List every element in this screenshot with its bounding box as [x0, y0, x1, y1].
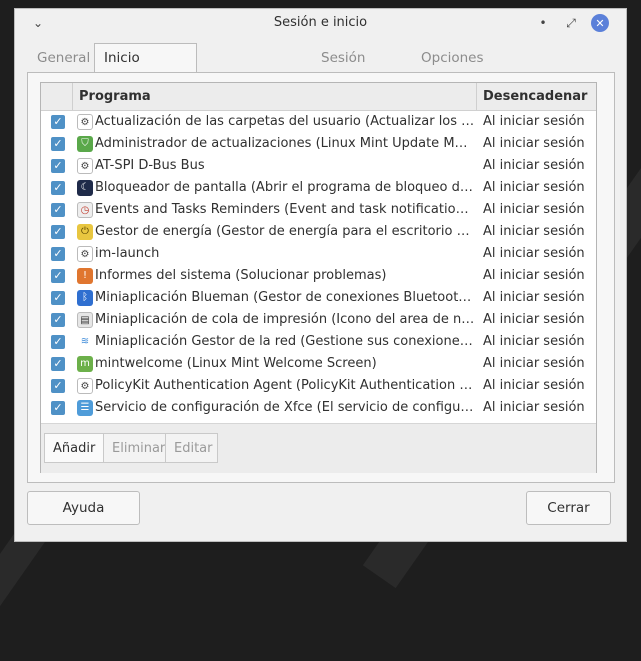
- autostart-panel: Programa Desencadenar ✓ ⚙ Actualización de…: [27, 72, 615, 483]
- edit-button[interactable]: Editar: [165, 433, 218, 463]
- program-name: AT-SPI D-Bus Bus: [95, 158, 205, 173]
- trigger-value: Al iniciar sesión: [483, 356, 585, 371]
- program-name: Servicio de configuración de Xfce (El se…: [95, 400, 475, 415]
- program-name: Gestor de energía (Gestor de energía par…: [95, 224, 475, 239]
- program-name: Informes del sistema (Solucionar problem…: [95, 268, 387, 283]
- table-body: ✓ ⚙ Actualización de las carpetas del usua…: [41, 111, 596, 423]
- table-row[interactable]: ✓ ⏻ Gestor de energía (Gestor de energía p…: [41, 221, 596, 243]
- trigger-value: Al iniciar sesión: [483, 114, 585, 129]
- program-name: im-launch: [95, 246, 160, 261]
- enabled-checkbox[interactable]: ✓: [51, 181, 65, 195]
- tab-current-session[interactable]: Sesión actual: [321, 44, 365, 94]
- remove-button[interactable]: Eliminar: [103, 433, 166, 463]
- enabled-checkbox[interactable]: ✓: [51, 291, 65, 305]
- action-bar: Añadir Eliminar Editar: [41, 423, 596, 473]
- enabled-checkbox[interactable]: ✓: [51, 313, 65, 327]
- enabled-checkbox[interactable]: ✓: [51, 137, 65, 151]
- clock-icon: ◷: [77, 202, 93, 218]
- trigger-value: Al iniciar sesión: [483, 136, 585, 151]
- trigger-value: Al iniciar sesión: [483, 158, 585, 173]
- column-trigger[interactable]: Desencadenar: [483, 83, 587, 110]
- trigger-value: Al iniciar sesión: [483, 180, 585, 195]
- power-icon: ⏻: [77, 224, 93, 240]
- gear-icon: ⚙: [77, 246, 93, 262]
- minimize-icon[interactable]: •: [534, 14, 552, 32]
- enabled-checkbox[interactable]: ✓: [51, 203, 65, 217]
- table-row[interactable]: ✓ ⚙ im-launch Al iniciar sesión: [41, 243, 596, 265]
- session-startup-window: ⌄ Sesión e inicio • ⤢ ✕ General Inicio a…: [14, 8, 627, 542]
- mint-icon: m: [77, 356, 93, 372]
- table-row[interactable]: ✓ m mintwelcome (Linux Mint Welcome Screen…: [41, 353, 596, 375]
- program-name: Events and Tasks Reminders (Event and ta…: [95, 202, 475, 217]
- program-name: PolicyKit Authentication Agent (PolicyKi…: [95, 378, 475, 393]
- trigger-value: Al iniciar sesión: [483, 400, 585, 415]
- program-name: Actualización de las carpetas del usuari…: [95, 114, 475, 129]
- enabled-checkbox[interactable]: ✓: [51, 225, 65, 239]
- enabled-checkbox[interactable]: ✓: [51, 115, 65, 129]
- bluetooth-icon: ᛒ: [77, 290, 93, 306]
- enabled-checkbox[interactable]: ✓: [51, 159, 65, 173]
- trigger-value: Al iniciar sesión: [483, 246, 585, 261]
- settings-icon: ☰: [77, 400, 93, 416]
- title-bar: ⌄ Sesión e inicio • ⤢ ✕: [15, 9, 626, 37]
- enabled-checkbox[interactable]: ✓: [51, 401, 65, 415]
- shield-icon: ⛉: [77, 136, 93, 152]
- tab-general[interactable]: General: [37, 44, 90, 72]
- table-row[interactable]: ✓ ⚙ Actualización de las carpetas del usua…: [41, 111, 596, 133]
- enabled-checkbox[interactable]: ✓: [51, 247, 65, 261]
- trigger-value: Al iniciar sesión: [483, 312, 585, 327]
- table-row[interactable]: ✓ ≋ Miniaplicación Gestor de la red (Gesti…: [41, 331, 596, 353]
- table-row[interactable]: ✓ ᛒ Miniaplicación Blueman (Gestor de cone…: [41, 287, 596, 309]
- gear-icon: ⚙: [77, 158, 93, 174]
- program-name: Miniaplicación Blueman (Gestor de conexi…: [95, 290, 475, 305]
- trigger-value: Al iniciar sesión: [483, 334, 585, 349]
- autostart-list: Programa Desencadenar ✓ ⚙ Actualización de…: [40, 82, 597, 473]
- close-button[interactable]: Cerrar: [526, 491, 611, 525]
- table-row[interactable]: ✓ ⚙ AT-SPI D-Bus Bus Al iniciar sesión: [41, 155, 596, 177]
- warning-icon: !: [77, 268, 93, 284]
- table-row[interactable]: ✓ ☰ Servicio de configuración de Xfce (El …: [41, 397, 596, 419]
- table-header: Programa Desencadenar: [41, 83, 596, 111]
- program-name: Administrador de actualizaciones (Linux …: [95, 136, 475, 151]
- gear-icon: ⚙: [77, 378, 93, 394]
- enabled-checkbox[interactable]: ✓: [51, 379, 65, 393]
- trigger-value: Al iniciar sesión: [483, 268, 585, 283]
- enabled-checkbox[interactable]: ✓: [51, 335, 65, 349]
- tab-autostart-apps[interactable]: Inicio automático de aplicaciones: [94, 43, 198, 150]
- help-button[interactable]: Ayuda: [27, 491, 140, 525]
- trigger-value: Al iniciar sesión: [483, 202, 585, 217]
- tab-advanced-options[interactable]: Opciones avanzadas: [421, 44, 493, 94]
- wifi-icon: ≋: [77, 334, 93, 350]
- program-name: Bloqueador de pantalla (Abrir el program…: [95, 180, 475, 195]
- trigger-value: Al iniciar sesión: [483, 224, 585, 239]
- program-name: mintwelcome (Linux Mint Welcome Screen): [95, 356, 377, 371]
- enabled-checkbox[interactable]: ✓: [51, 269, 65, 283]
- moon-icon: ☾: [77, 180, 93, 196]
- trigger-value: Al iniciar sesión: [483, 290, 585, 305]
- table-row[interactable]: ✓ ▤ Miniaplicación de cola de impresión (I…: [41, 309, 596, 331]
- program-name: Miniaplicación Gestor de la red (Gestion…: [95, 334, 475, 349]
- column-program[interactable]: Programa: [79, 83, 151, 110]
- table-row[interactable]: ✓ ◷ Events and Tasks Reminders (Event and …: [41, 199, 596, 221]
- table-row[interactable]: ✓ ⚙ PolicyKit Authentication Agent (Policy…: [41, 375, 596, 397]
- gear-icon: ⚙: [77, 114, 93, 130]
- close-icon[interactable]: ✕: [591, 14, 609, 32]
- program-name: Miniaplicación de cola de impresión (Ico…: [95, 312, 475, 327]
- maximize-icon[interactable]: ⤢: [562, 14, 580, 32]
- printer-icon: ▤: [77, 312, 93, 328]
- table-row[interactable]: ✓! Informes del sistema (Solucionar probl…: [41, 265, 596, 287]
- table-row[interactable]: ✓ ⛉ Administrador de actualizaciones (Linu…: [41, 133, 596, 155]
- table-row[interactable]: ✓ ☾ Bloqueador de pantalla (Abrir el progr…: [41, 177, 596, 199]
- trigger-value: Al iniciar sesión: [483, 378, 585, 393]
- enabled-checkbox[interactable]: ✓: [51, 357, 65, 371]
- add-button[interactable]: Añadir: [44, 433, 104, 463]
